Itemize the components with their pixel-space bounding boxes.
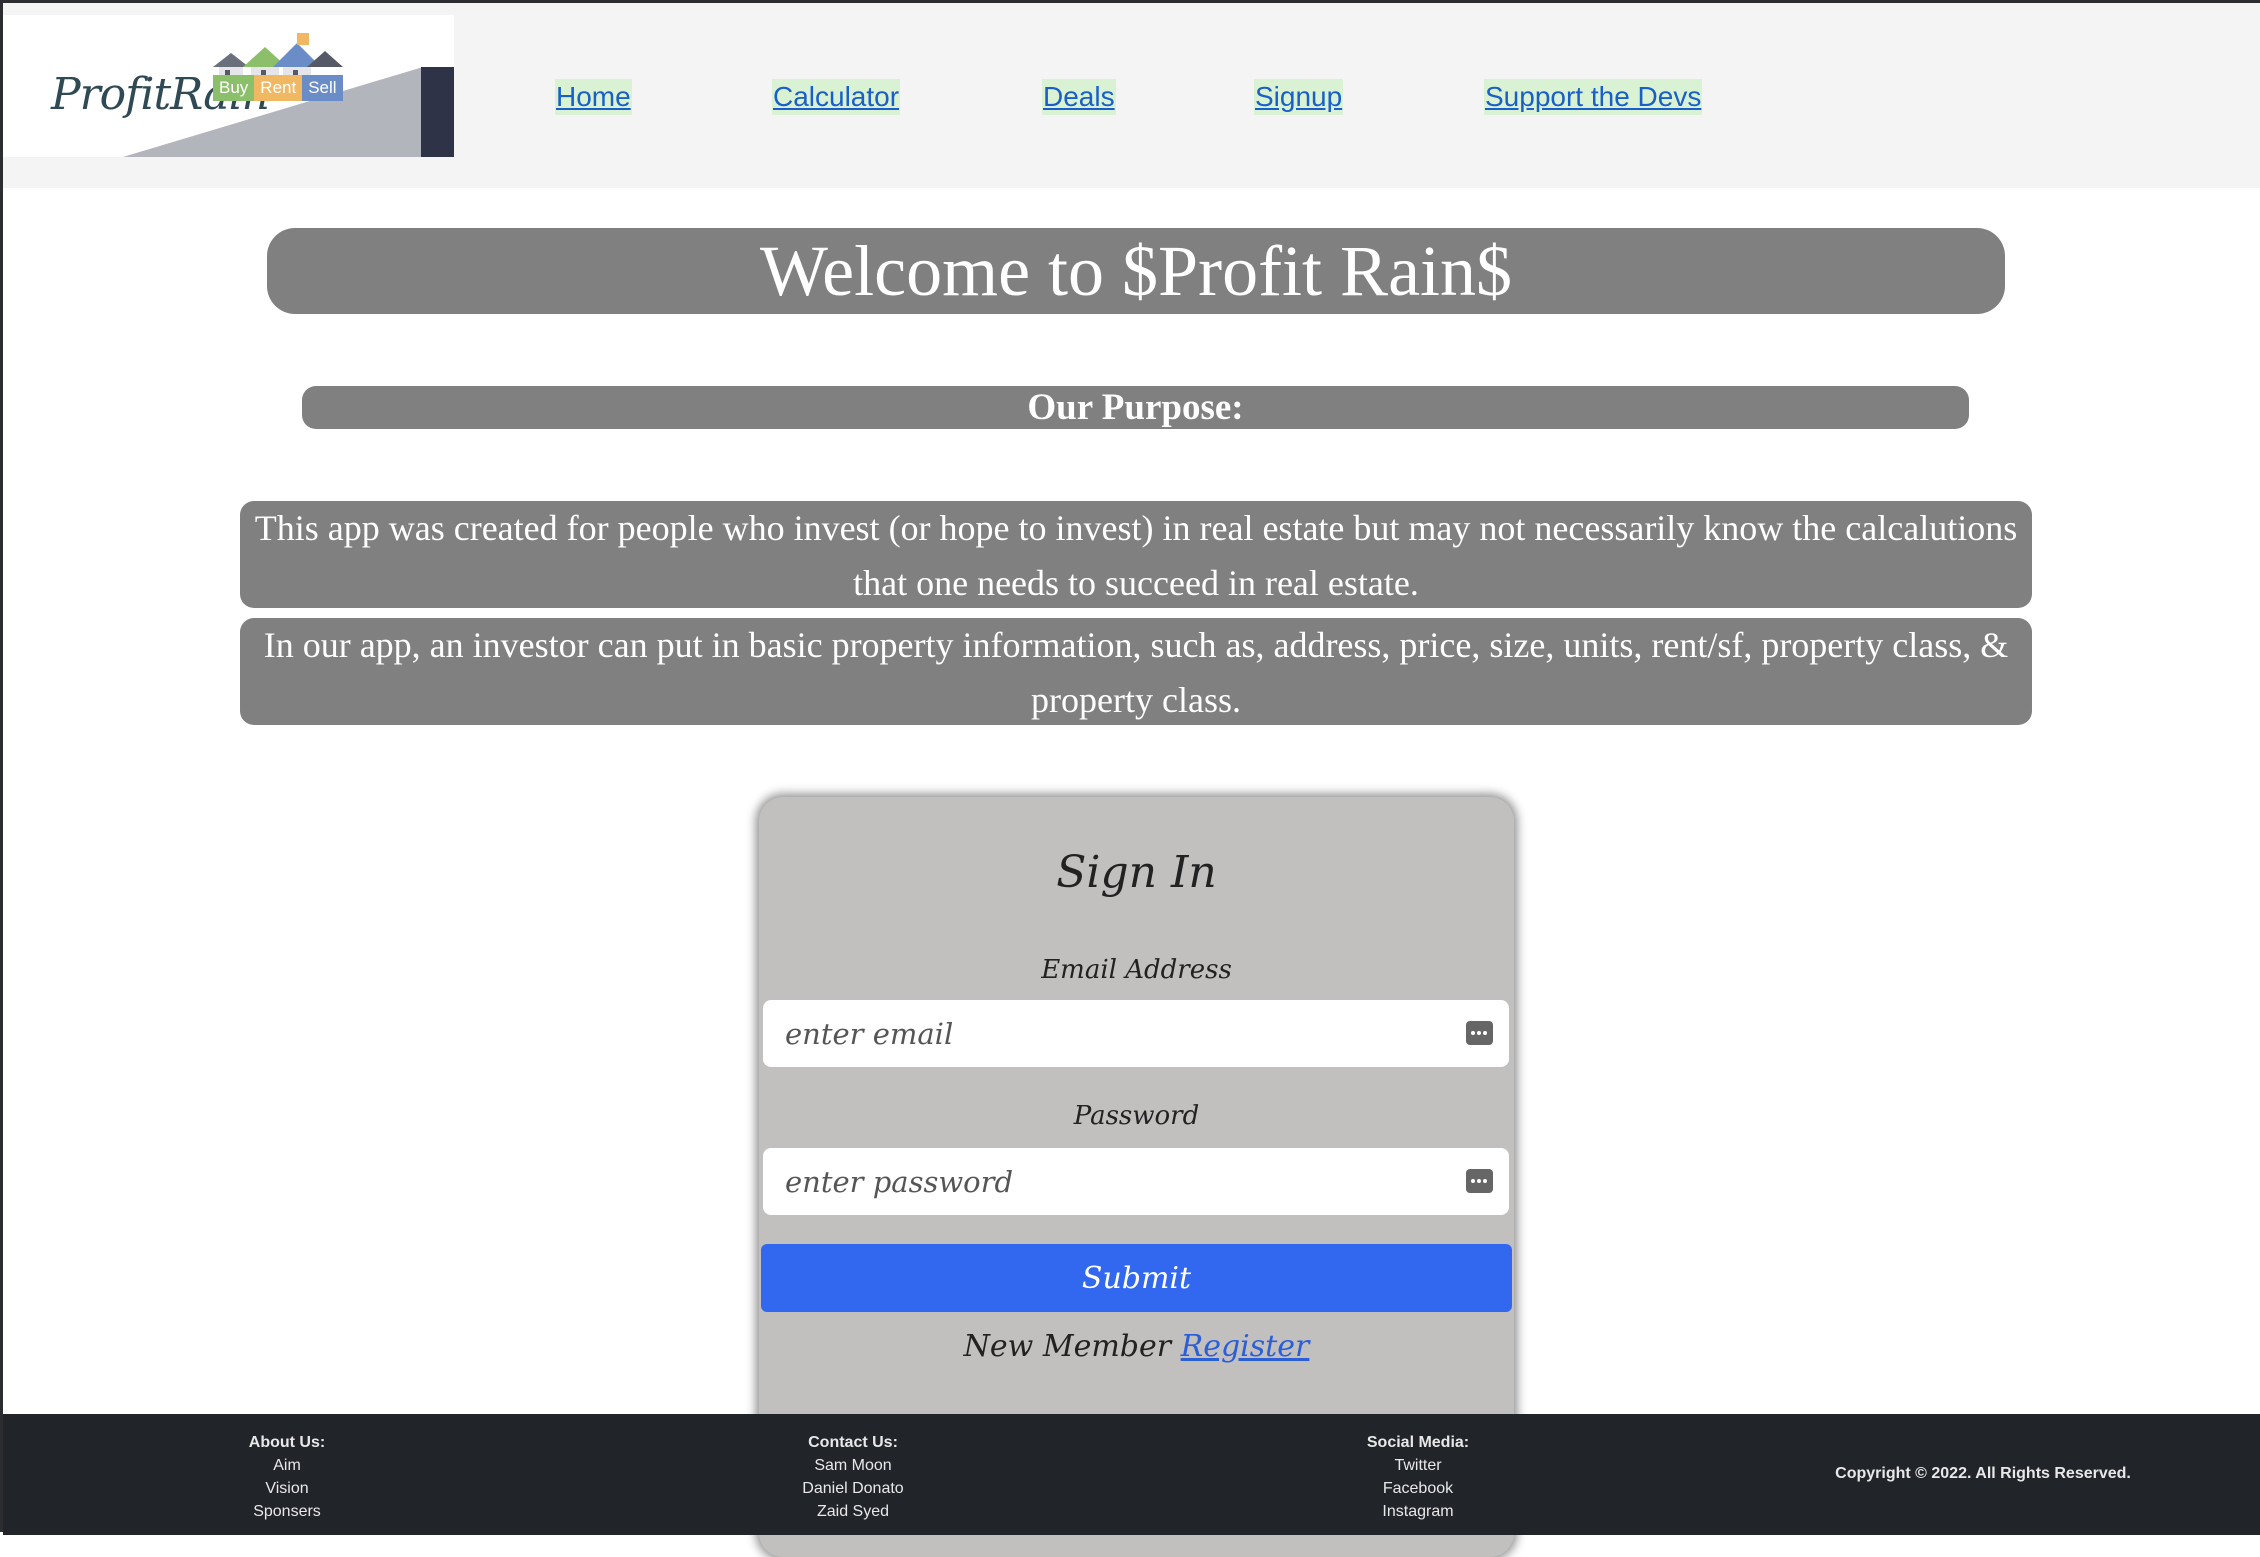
footer-contact-zaid[interactable]: Zaid Syed: [733, 1500, 973, 1523]
email-input[interactable]: [763, 1000, 1443, 1067]
site-footer: About Us: Aim Vision Sponsers Contact Us…: [3, 1414, 2260, 1535]
new-member-row: New Member Register: [759, 1329, 1514, 1364]
welcome-banner: Welcome to $Profit Rain$: [267, 228, 2005, 314]
footer-contact-heading: Contact Us:: [808, 1434, 898, 1451]
footer-about-heading: About Us:: [248, 1434, 326, 1451]
new-member-text: New Member: [963, 1329, 1172, 1364]
email-field-wrapper: [763, 1000, 1509, 1067]
password-field-wrapper: [763, 1148, 1509, 1215]
footer-link-facebook[interactable]: Facebook: [1298, 1477, 1538, 1500]
footer-contact: Contact Us: Sam Moon Daniel Donato Zaid …: [733, 1431, 973, 1523]
footer-social: Social Media: Twitter Facebook Instagram: [1298, 1431, 1538, 1523]
nav-link-calculator[interactable]: Calculator: [772, 79, 901, 115]
email-label: Email Address: [1041, 955, 1232, 985]
main-nav: Home Calculator Deals Signup Support the…: [3, 3, 2260, 188]
footer-social-heading: Social Media:: [1366, 1434, 1470, 1451]
footer-link-twitter[interactable]: Twitter: [1298, 1454, 1538, 1477]
password-key-icon[interactable]: [1466, 1021, 1493, 1045]
browser-viewport: ProfitRain Buy Rent Sell Home Calculator…: [0, 0, 2260, 1557]
footer-contact-daniel[interactable]: Daniel Donato: [733, 1477, 973, 1500]
footer-link-vision[interactable]: Vision: [167, 1477, 407, 1500]
password-label: Password: [1073, 1101, 1200, 1131]
purpose-paragraph-1: This app was created for people who inve…: [240, 501, 2032, 608]
purpose-paragraph-2: In our app, an investor can put in basic…: [240, 618, 2032, 725]
nav-link-support-devs[interactable]: Support the Devs: [1484, 79, 1703, 115]
footer-link-instagram[interactable]: Instagram: [1298, 1500, 1538, 1523]
password-key-icon[interactable]: [1466, 1169, 1493, 1193]
site-header: ProfitRain Buy Rent Sell Home Calculator…: [3, 3, 2260, 188]
footer-about: About Us: Aim Vision Sponsers: [167, 1431, 407, 1523]
password-input[interactable]: [763, 1148, 1443, 1215]
submit-button[interactable]: Submit: [761, 1244, 1512, 1312]
nav-link-deals[interactable]: Deals: [1042, 79, 1116, 115]
nav-link-home[interactable]: Home: [555, 79, 632, 115]
nav-link-signup[interactable]: Signup: [1254, 79, 1344, 115]
footer-link-sponsers[interactable]: Sponsers: [167, 1500, 407, 1523]
register-link[interactable]: Register: [1181, 1329, 1310, 1364]
purpose-heading: Our Purpose:: [302, 386, 1969, 429]
footer-contact-sam[interactable]: Sam Moon: [733, 1454, 973, 1477]
footer-link-aim[interactable]: Aim: [167, 1454, 407, 1477]
signin-title: Sign In: [1056, 847, 1217, 898]
copyright-text: Copyright © 2022. All Rights Reserved.: [1835, 1465, 2131, 1482]
